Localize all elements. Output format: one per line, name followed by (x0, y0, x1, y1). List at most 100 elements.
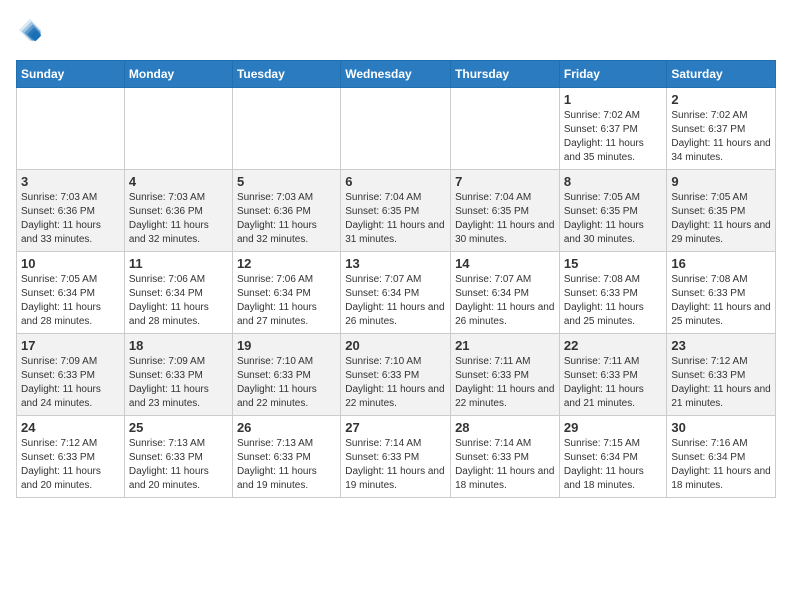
calendar-cell: 6 Sunrise: 7:04 AM Sunset: 6:35 PM Daylig… (341, 170, 451, 252)
day-number: 1 (564, 92, 663, 107)
day-number: 23 (671, 338, 771, 353)
calendar-cell: 28 Sunrise: 7:14 AM Sunset: 6:33 PM Dayli… (451, 416, 560, 498)
calendar-cell: 10 Sunrise: 7:05 AM Sunset: 6:34 PM Dayli… (17, 252, 125, 334)
day-number: 30 (671, 420, 771, 435)
day-header-monday: Monday (124, 61, 232, 88)
day-header-saturday: Saturday (667, 61, 776, 88)
day-number: 28 (455, 420, 555, 435)
calendar-cell: 1 Sunrise: 7:02 AM Sunset: 6:37 PM Daylig… (559, 88, 667, 170)
day-info: Sunrise: 7:16 AM Sunset: 6:34 PM Dayligh… (671, 438, 770, 491)
calendar-cell: 11Sunrise: 7:06 AM Sunset: 6:34 PM Dayli… (124, 252, 232, 334)
day-info: Sunrise: 7:09 AM Sunset: 6:33 PM Dayligh… (21, 356, 101, 409)
logo (16, 16, 48, 44)
calendar-cell (451, 88, 560, 170)
day-info: Sunrise: 7:05 AM Sunset: 6:35 PM Dayligh… (564, 192, 644, 245)
day-number: 26 (237, 420, 336, 435)
day-info: Sunrise: 7:03 AM Sunset: 6:36 PM Dayligh… (237, 192, 317, 245)
day-number: 14 (455, 256, 555, 271)
day-number: 11 (129, 256, 228, 271)
day-info: Sunrise: 7:14 AM Sunset: 6:33 PM Dayligh… (455, 438, 554, 491)
calendar-cell: 29 Sunrise: 7:15 AM Sunset: 6:34 PM Dayli… (559, 416, 667, 498)
calendar-cell: 22Sunrise: 7:11 AM Sunset: 6:33 PM Dayli… (559, 334, 667, 416)
day-info: Sunrise: 7:13 AM Sunset: 6:33 PM Dayligh… (129, 438, 209, 491)
calendar-cell: 25 Sunrise: 7:13 AM Sunset: 6:33 PM Dayli… (124, 416, 232, 498)
calendar-cell: 9 Sunrise: 7:05 AM Sunset: 6:35 PM Daylig… (667, 170, 776, 252)
calendar-cell: 21 Sunrise: 7:11 AM Sunset: 6:33 PM Dayli… (451, 334, 560, 416)
calendar-cell: 23 Sunrise: 7:12 AM Sunset: 6:33 PM Dayli… (667, 334, 776, 416)
day-number: 17 (21, 338, 120, 353)
day-info: Sunrise: 7:03 AM Sunset: 6:36 PM Dayligh… (21, 192, 101, 245)
day-info: Sunrise: 7:04 AM Sunset: 6:35 PM Dayligh… (345, 192, 444, 245)
calendar-week-4: 17 Sunrise: 7:09 AM Sunset: 6:33 PM Dayli… (17, 334, 776, 416)
day-info: Sunrise: 7:04 AM Sunset: 6:35 PM Dayligh… (455, 192, 554, 245)
day-info: Sunrise: 7:03 AM Sunset: 6:36 PM Dayligh… (129, 192, 209, 245)
day-number: 6 (345, 174, 446, 189)
day-number: 12 (237, 256, 336, 271)
calendar-cell: 13Sunrise: 7:07 AM Sunset: 6:34 PM Dayli… (341, 252, 451, 334)
day-info: Sunrise: 7:02 AM Sunset: 6:37 PM Dayligh… (671, 110, 770, 163)
day-number: 25 (129, 420, 228, 435)
calendar-cell: 15Sunrise: 7:08 AM Sunset: 6:33 PM Dayli… (559, 252, 667, 334)
calendar-cell (124, 88, 232, 170)
day-info: Sunrise: 7:05 AM Sunset: 6:35 PM Dayligh… (671, 192, 770, 245)
day-info: Sunrise: 7:10 AM Sunset: 6:33 PM Dayligh… (345, 356, 444, 409)
calendar-week-5: 24 Sunrise: 7:12 AM Sunset: 6:33 PM Dayli… (17, 416, 776, 498)
calendar-cell: 18 Sunrise: 7:09 AM Sunset: 6:33 PM Dayli… (124, 334, 232, 416)
day-info: Sunrise: 7:06 AM Sunset: 6:34 PM Dayligh… (237, 274, 317, 327)
day-number: 18 (129, 338, 228, 353)
day-info: Sunrise: 7:12 AM Sunset: 6:33 PM Dayligh… (671, 356, 770, 409)
day-info: Sunrise: 7:09 AM Sunset: 6:33 PM Dayligh… (129, 356, 209, 409)
day-number: 27 (345, 420, 446, 435)
calendar-cell (17, 88, 125, 170)
logo-icon (16, 16, 44, 44)
calendar-cell: 30 Sunrise: 7:16 AM Sunset: 6:34 PM Dayli… (667, 416, 776, 498)
calendar-cell (232, 88, 340, 170)
day-number: 9 (671, 174, 771, 189)
calendar-cell: 17 Sunrise: 7:09 AM Sunset: 6:33 PM Dayli… (17, 334, 125, 416)
calendar-cell: 14 Sunrise: 7:07 AM Sunset: 6:34 PM Dayli… (451, 252, 560, 334)
page-header (16, 16, 776, 44)
calendar-week-1: 1 Sunrise: 7:02 AM Sunset: 6:37 PM Daylig… (17, 88, 776, 170)
day-number: 21 (455, 338, 555, 353)
calendar-cell: 4 Sunrise: 7:03 AM Sunset: 6:36 PM Daylig… (124, 170, 232, 252)
day-info: Sunrise: 7:12 AM Sunset: 6:33 PM Dayligh… (21, 438, 101, 491)
day-info: Sunrise: 7:15 AM Sunset: 6:34 PM Dayligh… (564, 438, 644, 491)
day-info: Sunrise: 7:08 AM Sunset: 6:33 PM Dayligh… (671, 274, 770, 327)
day-number: 7 (455, 174, 555, 189)
day-info: Sunrise: 7:11 AM Sunset: 6:33 PM Dayligh… (455, 356, 554, 409)
calendar-header-row: SundayMondayTuesdayWednesdayThursdayFrid… (17, 61, 776, 88)
day-number: 24 (21, 420, 120, 435)
calendar-cell: 16 Sunrise: 7:08 AM Sunset: 6:33 PM Dayli… (667, 252, 776, 334)
calendar-week-2: 3 Sunrise: 7:03 AM Sunset: 6:36 PM Daylig… (17, 170, 776, 252)
day-number: 19 (237, 338, 336, 353)
calendar-cell (341, 88, 451, 170)
calendar-cell: 2Sunrise: 7:02 AM Sunset: 6:37 PM Daylig… (667, 88, 776, 170)
day-number: 4 (129, 174, 228, 189)
day-number: 3 (21, 174, 120, 189)
day-header-thursday: Thursday (451, 61, 560, 88)
day-info: Sunrise: 7:08 AM Sunset: 6:33 PM Dayligh… (564, 274, 644, 327)
day-header-tuesday: Tuesday (232, 61, 340, 88)
day-info: Sunrise: 7:07 AM Sunset: 6:34 PM Dayligh… (345, 274, 444, 327)
calendar-cell: 27Sunrise: 7:14 AM Sunset: 6:33 PM Dayli… (341, 416, 451, 498)
calendar-cell: 26 Sunrise: 7:13 AM Sunset: 6:33 PM Dayli… (232, 416, 340, 498)
day-number: 20 (345, 338, 446, 353)
day-info: Sunrise: 7:10 AM Sunset: 6:33 PM Dayligh… (237, 356, 317, 409)
day-number: 10 (21, 256, 120, 271)
day-number: 29 (564, 420, 663, 435)
day-header-wednesday: Wednesday (341, 61, 451, 88)
calendar-cell: 3 Sunrise: 7:03 AM Sunset: 6:36 PM Daylig… (17, 170, 125, 252)
day-info: Sunrise: 7:13 AM Sunset: 6:33 PM Dayligh… (237, 438, 317, 491)
calendar-cell: 24 Sunrise: 7:12 AM Sunset: 6:33 PM Dayli… (17, 416, 125, 498)
calendar-cell: 20 Sunrise: 7:10 AM Sunset: 6:33 PM Dayli… (341, 334, 451, 416)
calendar-cell: 8 Sunrise: 7:05 AM Sunset: 6:35 PM Daylig… (559, 170, 667, 252)
day-header-sunday: Sunday (17, 61, 125, 88)
day-info: Sunrise: 7:07 AM Sunset: 6:34 PM Dayligh… (455, 274, 554, 327)
day-info: Sunrise: 7:05 AM Sunset: 6:34 PM Dayligh… (21, 274, 101, 327)
day-number: 16 (671, 256, 771, 271)
day-number: 8 (564, 174, 663, 189)
day-number: 5 (237, 174, 336, 189)
calendar-cell: 12 Sunrise: 7:06 AM Sunset: 6:34 PM Dayli… (232, 252, 340, 334)
calendar-cell: 5 Sunrise: 7:03 AM Sunset: 6:36 PM Daylig… (232, 170, 340, 252)
day-info: Sunrise: 7:02 AM Sunset: 6:37 PM Dayligh… (564, 110, 644, 163)
